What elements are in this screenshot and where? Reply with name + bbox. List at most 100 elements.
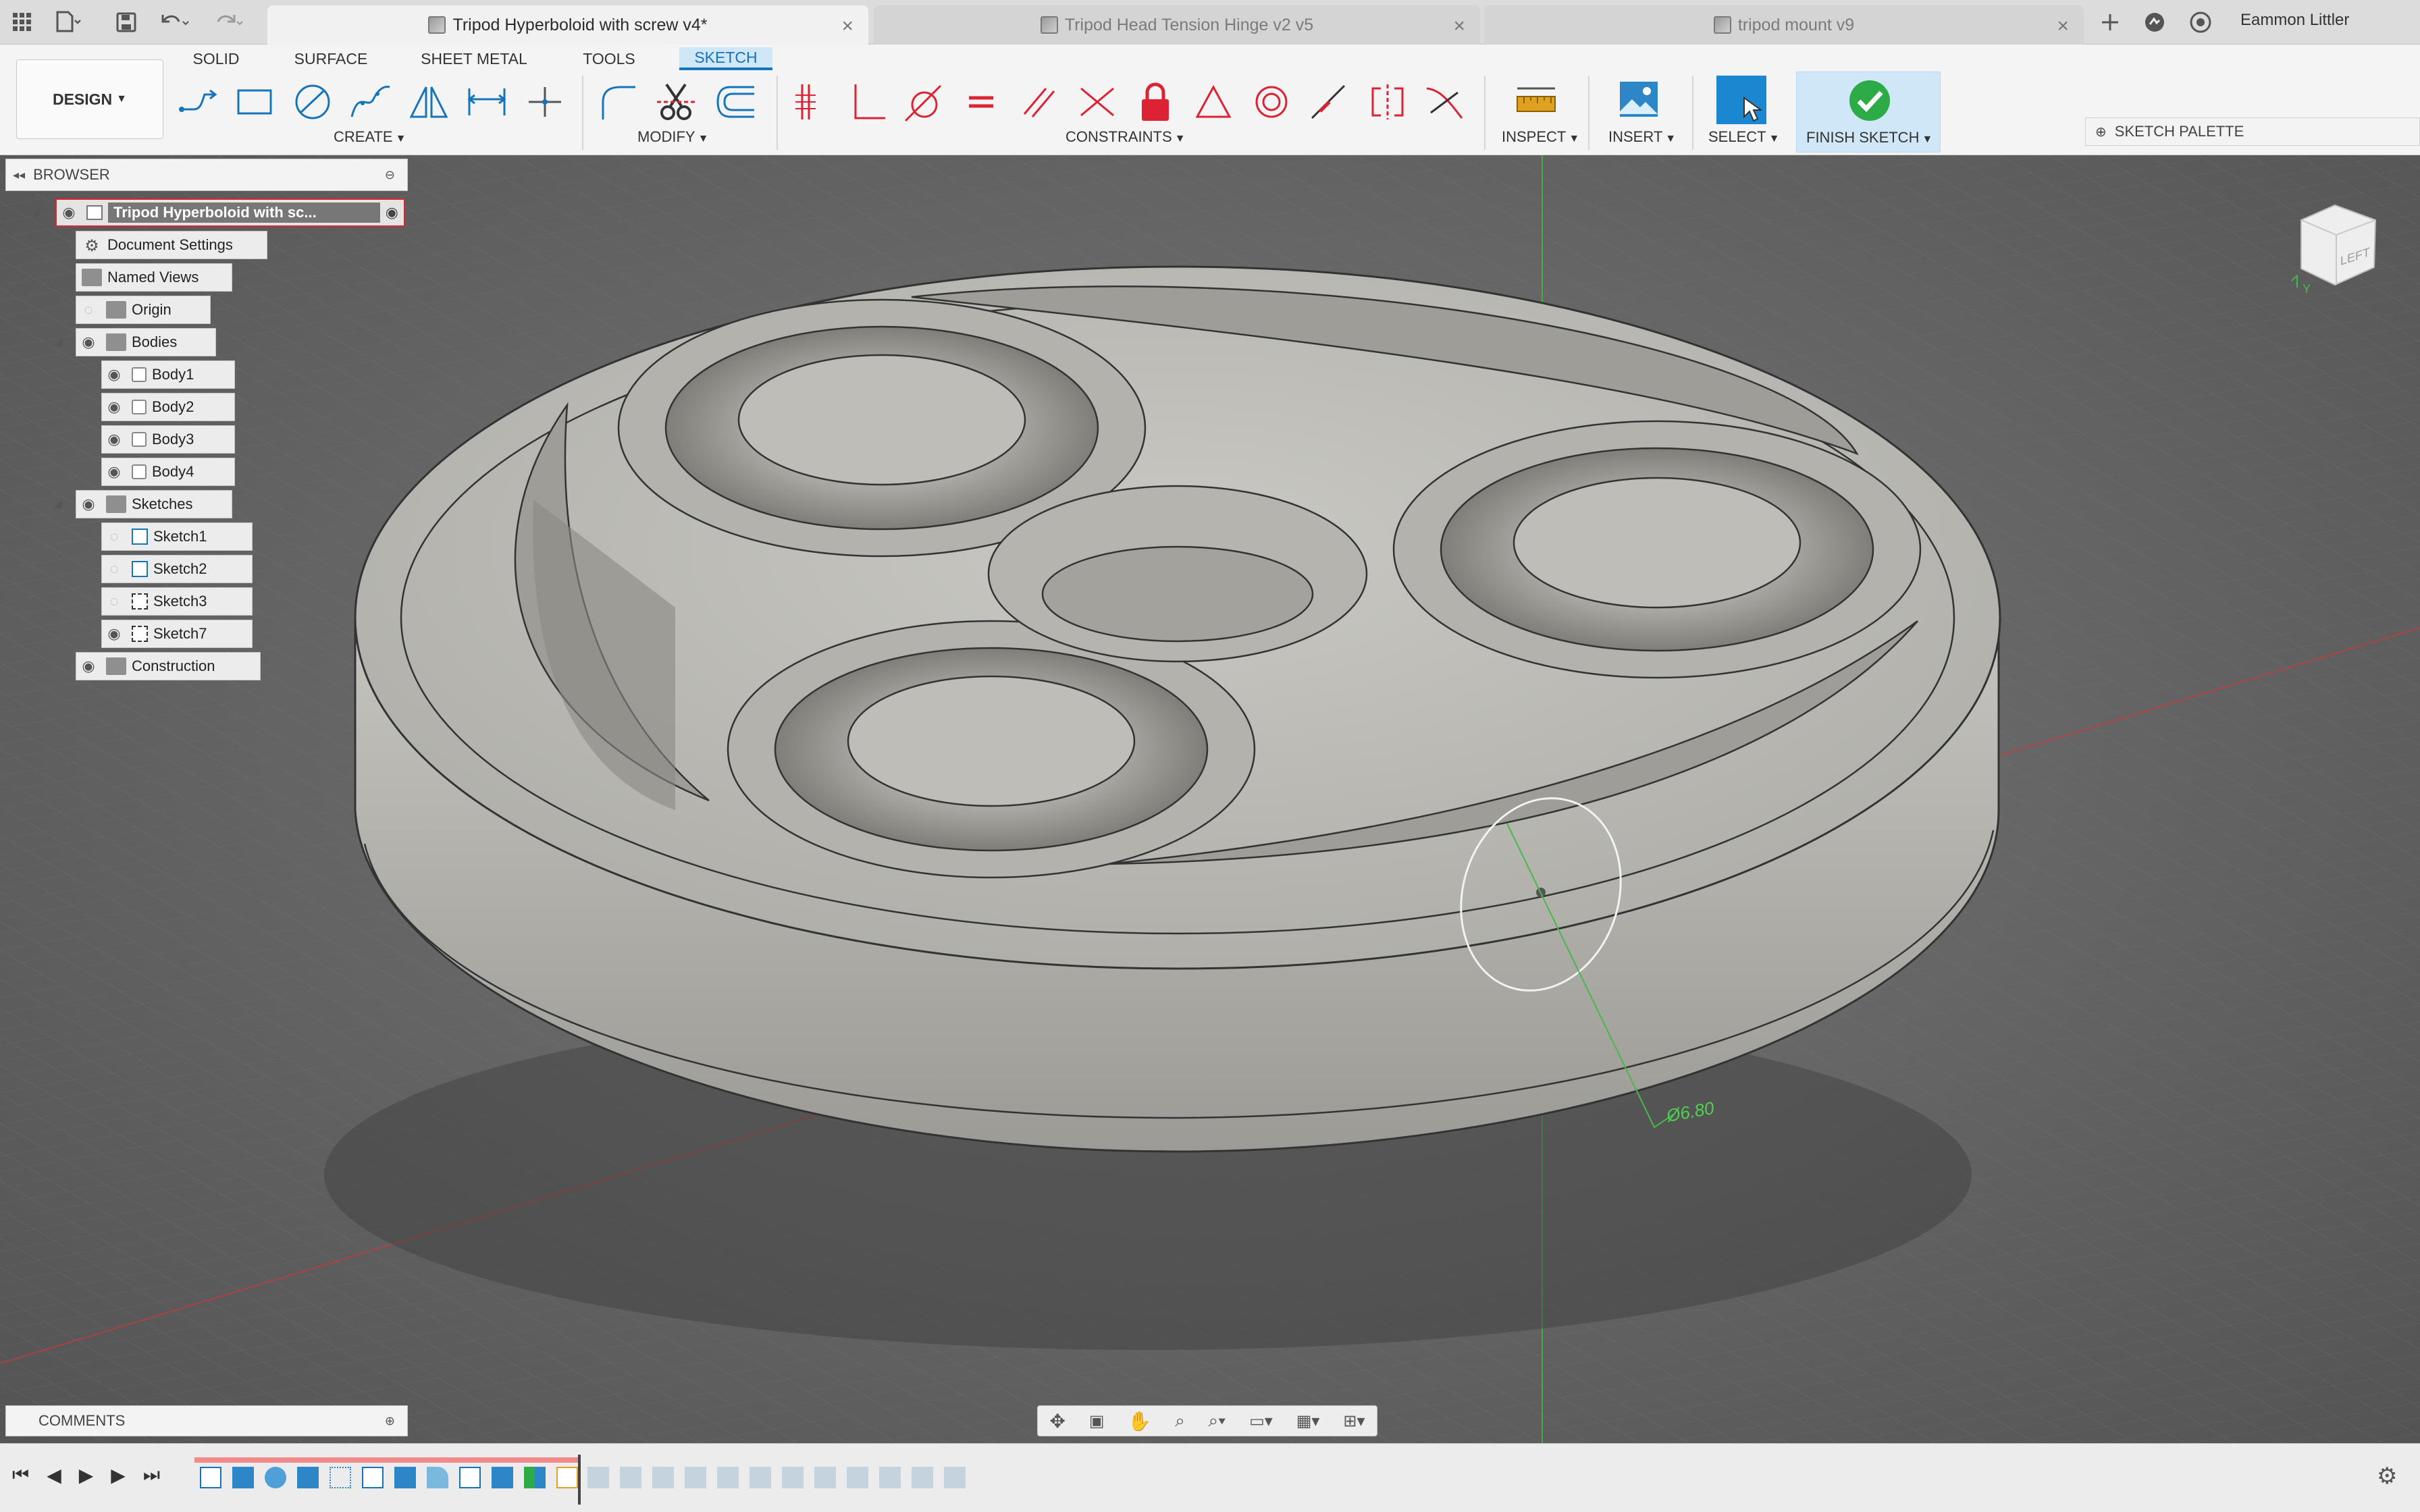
horizontal-vertical-constraint-icon[interactable]	[1305, 78, 1352, 126]
midpoint-constraint-icon[interactable]	[1190, 78, 1237, 126]
perpendicular-constraint-icon[interactable]	[843, 78, 890, 126]
coincident-constraint-icon[interactable]	[786, 78, 833, 126]
go-to-start-icon[interactable]: ⏮	[12, 1464, 29, 1486]
close-tab-icon[interactable]: ×	[2057, 15, 2069, 38]
feature-icon[interactable]	[879, 1467, 901, 1488]
spline-tool-icon[interactable]	[347, 78, 394, 126]
dimension-tool-icon[interactable]	[463, 78, 510, 126]
browser-item-sketch2[interactable]: ◌ Sketch2	[101, 555, 253, 583]
select-menu[interactable]: SELECT ▼	[1708, 128, 1779, 146]
undo-icon[interactable]	[159, 7, 190, 38]
visibility-eye-icon[interactable]: ◉	[76, 657, 101, 675]
revolve-feature-icon[interactable]	[265, 1467, 286, 1488]
play-icon[interactable]: ▶︎	[79, 1464, 94, 1486]
tab-sketch[interactable]: SKETCH	[679, 47, 772, 70]
browser-item-sketch7[interactable]: ◉ Sketch7	[101, 620, 253, 648]
extrude-feature-icon[interactable]	[394, 1467, 416, 1488]
visibility-eye-icon[interactable]: ◉	[102, 463, 126, 481]
new-tab-icon[interactable]	[2095, 7, 2126, 38]
equal-constraint-icon[interactable]	[957, 78, 1005, 126]
tab-document-2[interactable]: Tripod Head Tension Hinge v2 v5 ×	[874, 5, 1480, 45]
visibility-eye-icon[interactable]: ◉	[76, 333, 101, 351]
job-status-icon[interactable]	[2139, 7, 2170, 38]
visibility-eye-icon[interactable]: ◉	[76, 495, 101, 513]
app-grid-icon[interactable]	[7, 7, 38, 38]
browser-item-document-settings[interactable]: ⚙ Document Settings	[76, 231, 267, 259]
hidden-eye-icon[interactable]: ◌	[76, 301, 101, 319]
browser-item-named-views[interactable]: Named Views	[76, 263, 232, 292]
hidden-eye-icon[interactable]: ◌	[102, 560, 126, 578]
browser-item-bodies[interactable]: ◉ Bodies	[76, 328, 216, 356]
collapse-triangle-icon[interactable]: ◢	[31, 205, 39, 219]
sketch-palette-header[interactable]: ⊕ SKETCH PALETTE	[2085, 117, 2420, 146]
go-to-end-icon[interactable]: ⏭	[143, 1464, 160, 1486]
tab-sheet-metal[interactable]: SHEET METAL	[413, 47, 535, 70]
timeline-settings-gear-icon[interactable]: ⚙	[2377, 1463, 2397, 1490]
display-settings-icon[interactable]: ▭▾	[1249, 1411, 1273, 1431]
save-icon[interactable]	[111, 7, 142, 38]
browser-item-origin[interactable]: ◌ Origin	[76, 296, 211, 324]
tab-tools[interactable]: TOOLS	[575, 47, 643, 70]
extrude-feature-icon[interactable]	[297, 1467, 319, 1488]
feature-icon[interactable]	[749, 1467, 771, 1488]
step-forward-icon[interactable]: ▶︎	[111, 1464, 126, 1486]
collapse-panel-icon[interactable]: ◂◂	[13, 168, 25, 182]
browser-item-body3[interactable]: ◉ Body3	[101, 425, 235, 454]
line-tool-icon[interactable]	[174, 78, 221, 126]
finish-sketch-button[interactable]: FINISH SKETCH ▼	[1796, 72, 1941, 153]
extrude-feature-icon[interactable]	[492, 1467, 513, 1488]
sketch-feature-icon[interactable]	[459, 1467, 481, 1488]
point-tool-icon[interactable]	[521, 78, 569, 126]
sketch-feature-icon[interactable]	[362, 1467, 384, 1488]
visibility-eye-icon[interactable]: ◉	[102, 398, 126, 416]
rectangle-tool-icon[interactable]	[231, 78, 278, 126]
activate-radio-icon[interactable]: ◉	[386, 204, 398, 221]
panel-options-icon[interactable]: ⊖	[385, 168, 395, 182]
zoom-window-icon[interactable]: ⌕▾	[1209, 1410, 1226, 1432]
viewports-icon[interactable]: ⊞▾	[1343, 1411, 1365, 1431]
panel-options-icon[interactable]: ⊕	[385, 1414, 395, 1428]
select-tool-icon[interactable]	[1716, 76, 1766, 124]
notifications-icon[interactable]	[2185, 7, 2216, 38]
symmetry-constraint-icon[interactable]	[1364, 78, 1411, 126]
constraints-menu[interactable]: CONSTRAINTS ▼	[1066, 128, 1186, 146]
browser-panel-header[interactable]: ◂◂ BROWSER ⊖	[5, 159, 408, 191]
workspace-switcher[interactable]: DESIGN ▼	[16, 59, 163, 139]
hidden-eye-icon[interactable]: ◌	[102, 528, 126, 545]
feature-icon[interactable]	[782, 1467, 804, 1488]
visibility-eye-icon[interactable]: ◉	[102, 625, 126, 643]
circle-tool-icon[interactable]	[289, 78, 336, 126]
tab-surface[interactable]: SURFACE	[290, 47, 371, 70]
measure-tool-icon[interactable]	[1512, 78, 1560, 126]
pattern-feature-icon[interactable]	[330, 1467, 351, 1488]
browser-item-body1[interactable]: ◉ Body1	[101, 360, 235, 389]
grid-settings-icon[interactable]: ▦▾	[1296, 1411, 1320, 1431]
visibility-eye-icon[interactable]: ◉	[57, 204, 81, 221]
parallel-constraint-icon[interactable]	[1016, 78, 1063, 126]
feature-icon[interactable]	[717, 1467, 739, 1488]
browser-item-body4[interactable]: ◉ Body4	[101, 458, 235, 486]
feature-icon[interactable]	[814, 1467, 836, 1488]
browser-item-body2[interactable]: ◉ Body2	[101, 393, 235, 421]
split-feature-icon[interactable]	[524, 1467, 546, 1488]
create-menu[interactable]: CREATE ▼	[334, 128, 406, 146]
user-name[interactable]: Eammon Littler	[2240, 11, 2349, 30]
tab-solid[interactable]: SOLID	[182, 47, 250, 70]
pan-icon[interactable]: ✋	[1128, 1410, 1151, 1432]
feature-icon[interactable]	[587, 1467, 609, 1488]
browser-root-component[interactable]: ◉ Tripod Hyperboloid with sc... ◉	[55, 198, 405, 227]
browser-item-sketches[interactable]: ◉ Sketches	[76, 490, 232, 518]
orbit-icon[interactable]: ✥	[1049, 1410, 1065, 1432]
collinear-constraint-icon[interactable]	[1074, 78, 1121, 126]
feature-icon[interactable]	[847, 1467, 868, 1488]
file-menu-icon[interactable]	[53, 7, 84, 38]
feature-icon[interactable]	[620, 1467, 641, 1488]
mirror-tool-icon[interactable]	[405, 78, 452, 126]
feature-icon[interactable]	[652, 1467, 674, 1488]
timeline-marker[interactable]	[578, 1455, 581, 1505]
tab-active-document[interactable]: Tripod Hyperboloid with screw v4* ×	[267, 5, 868, 45]
curvature-constraint-icon[interactable]	[1421, 78, 1468, 126]
3d-viewport[interactable]: Ø6.80 LEFT Y ✥ ▣ ✋ ⌕ ⌕▾ ▭▾ ▦▾ ⊞▾	[0, 155, 2420, 1443]
browser-item-sketch3[interactable]: ◌ Sketch3	[101, 587, 253, 616]
close-tab-icon[interactable]: ×	[1453, 15, 1465, 38]
